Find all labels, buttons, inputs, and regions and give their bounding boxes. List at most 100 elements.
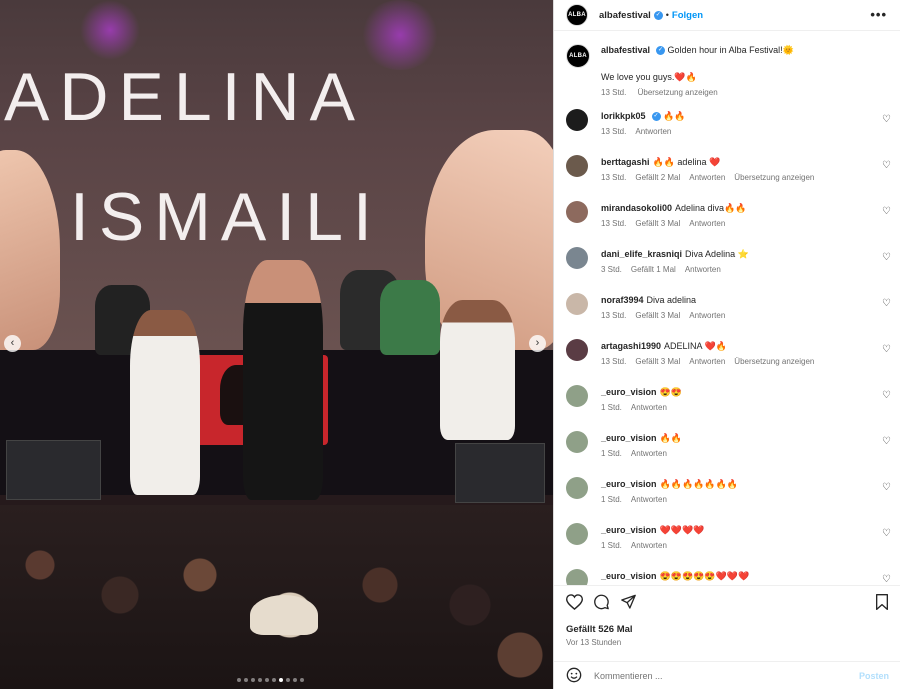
carousel-dot (251, 678, 255, 682)
commenter-username[interactable]: _euro_vision (601, 525, 657, 535)
reply-link[interactable]: Antworten (689, 311, 725, 320)
comment-like-heart-icon[interactable]: ♡ (882, 482, 891, 493)
comment-time[interactable]: 13 Std. (601, 127, 626, 136)
commenter-avatar[interactable] (566, 247, 588, 269)
comment-like-heart-icon[interactable]: ♡ (882, 390, 891, 401)
reply-link[interactable]: Antworten (635, 127, 671, 136)
comment-body: _euro_vision ❤️❤️❤️❤️ 1 Std. Antworten (601, 524, 704, 550)
comment-row: dani_elife_krasniqi Diva Adelina ⭐ 3 Std. G… (566, 247, 891, 287)
comment-text: Diva adelina (646, 295, 697, 305)
post-photo[interactable]: ADELINA ISMAILI ‹ › (0, 0, 553, 689)
commenter-avatar[interactable] (566, 569, 588, 585)
account-avatar[interactable]: ALBA (566, 4, 588, 26)
reply-link[interactable]: Antworten (631, 541, 667, 550)
commenter-username[interactable]: berttagashi (601, 157, 650, 167)
next-slide-button[interactable]: › (529, 335, 546, 352)
reply-link[interactable]: Antworten (689, 357, 725, 366)
comment-like-heart-icon[interactable]: ♡ (882, 528, 891, 539)
carousel-indicator (237, 678, 304, 682)
commenter-avatar[interactable] (566, 293, 588, 315)
comment-like-heart-icon[interactable]: ♡ (882, 114, 891, 125)
action-bar (565, 594, 637, 615)
carousel-dot (244, 678, 248, 682)
commenter-avatar[interactable] (566, 339, 588, 361)
previous-slide-button[interactable]: ‹ (4, 335, 21, 352)
comment-likes[interactable]: Gefällt 1 Mal (631, 265, 676, 274)
comment-like-heart-icon[interactable]: ♡ (882, 160, 891, 171)
post-comment-button[interactable]: Posten (859, 671, 889, 681)
comment-time[interactable]: 1 Std. (601, 449, 622, 458)
commenter-username[interactable]: dani_elife_krasniqi (601, 249, 682, 259)
commenter-username[interactable]: lorikkpk05 (601, 111, 646, 121)
commenter-username[interactable]: _euro_vision (601, 433, 657, 443)
comment-likes[interactable]: Gefällt 3 Mal (635, 357, 680, 366)
reply-link[interactable]: Antworten (689, 219, 725, 228)
commenter-username[interactable]: _euro_vision (601, 387, 657, 397)
commenter-avatar[interactable] (566, 155, 588, 177)
bookmark-icon[interactable] (875, 594, 889, 614)
comment-time[interactable]: 1 Std. (601, 495, 622, 504)
comment-time[interactable]: 13 Std. (601, 173, 626, 182)
commenter-username[interactable]: noraf3994 (601, 295, 644, 305)
commenter-username[interactable]: artagashi1990 (601, 341, 661, 351)
comment-like-heart-icon[interactable]: ♡ (882, 436, 891, 447)
translate-link[interactable]: Übersetzung anzeigen (734, 357, 814, 366)
account-username[interactable]: albafestival (599, 10, 651, 21)
comment-likes[interactable]: Gefällt 3 Mal (635, 219, 680, 228)
comment-like-heart-icon[interactable]: ♡ (882, 344, 891, 355)
post-footer: Gefällt 526 Mal Vor 13 Stunden Posten (554, 585, 900, 689)
comment-text: Adelina diva🔥🔥 (675, 203, 747, 213)
commenter-avatar[interactable] (566, 385, 588, 407)
comment-time[interactable]: 13 Std. (601, 357, 626, 366)
more-options-icon[interactable]: ••• (870, 7, 887, 22)
like-heart-icon[interactable] (565, 594, 584, 615)
comment-row: berttagashi 🔥🔥 adelina ❤️ 13 Std. Gefällt 2… (566, 155, 891, 195)
reply-link[interactable]: Antworten (689, 173, 725, 182)
reply-link[interactable]: Antworten (631, 449, 667, 458)
commenter-username[interactable]: mirandasokoli00 (601, 203, 672, 213)
comment-input[interactable] (594, 671, 824, 681)
comment-time[interactable]: 1 Std. (601, 541, 622, 550)
share-paper-plane-icon[interactable] (620, 594, 637, 615)
commenter-username[interactable]: _euro_vision (601, 571, 657, 581)
reply-link[interactable]: Antworten (631, 495, 667, 504)
carousel-dot (258, 678, 262, 682)
reply-link[interactable]: Antworten (631, 403, 667, 412)
comment-composer: Posten (554, 661, 900, 689)
emoji-icon[interactable] (566, 667, 582, 686)
commenter-avatar[interactable] (566, 109, 588, 131)
verified-badge-icon: ✓ (651, 112, 661, 122)
caption-avatar[interactable]: ALBA (566, 44, 590, 68)
comment-likes[interactable]: Gefällt 3 Mal (635, 311, 680, 320)
comment-time[interactable]: 13 Std. (601, 311, 626, 320)
comment-time[interactable]: 3 Std. (601, 265, 622, 274)
commenter-avatar[interactable] (566, 201, 588, 223)
screen-portrait-left (0, 150, 60, 350)
commenter-avatar[interactable] (566, 431, 588, 453)
commenter-avatar[interactable] (566, 477, 588, 499)
comment-time[interactable]: 13 Std. (601, 219, 626, 228)
commenter-avatar[interactable] (566, 523, 588, 545)
caption-time[interactable]: 13 Std. (601, 88, 626, 97)
carousel-dot (265, 678, 269, 682)
comment-like-heart-icon[interactable]: ♡ (882, 574, 891, 585)
comment-row: _euro_vision 😍😍 1 Std. Antworten ♡ (566, 385, 891, 425)
translate-link[interactable]: Übersetzung anzeigen (638, 88, 718, 97)
post-age: Vor 13 Stunden (566, 638, 622, 647)
caption-username[interactable]: albafestival (601, 45, 650, 55)
comment-text: 🔥🔥 (659, 433, 682, 443)
likes-count[interactable]: Gefällt 526 Mal (566, 624, 633, 635)
translate-link[interactable]: Übersetzung anzeigen (734, 173, 814, 182)
comment-likes[interactable]: Gefällt 2 Mal (635, 173, 680, 182)
follow-button[interactable]: Folgen (672, 10, 703, 21)
commenter-username[interactable]: _euro_vision (601, 479, 657, 489)
comment-time[interactable]: 1 Std. (601, 403, 622, 412)
comment-like-heart-icon[interactable]: ♡ (882, 206, 891, 217)
comment-text: 🔥🔥 adelina ❤️ (652, 157, 721, 167)
comment-like-heart-icon[interactable]: ♡ (882, 252, 891, 263)
reply-link[interactable]: Antworten (685, 265, 721, 274)
comments-list[interactable]: ALBA albafestival ✓ Golden hour in Alba F… (554, 31, 900, 585)
comment-like-heart-icon[interactable]: ♡ (882, 298, 891, 309)
comment-text: 😍😍😍😍😍❤️❤️❤️ (659, 571, 750, 581)
comment-bubble-icon[interactable] (593, 594, 610, 615)
